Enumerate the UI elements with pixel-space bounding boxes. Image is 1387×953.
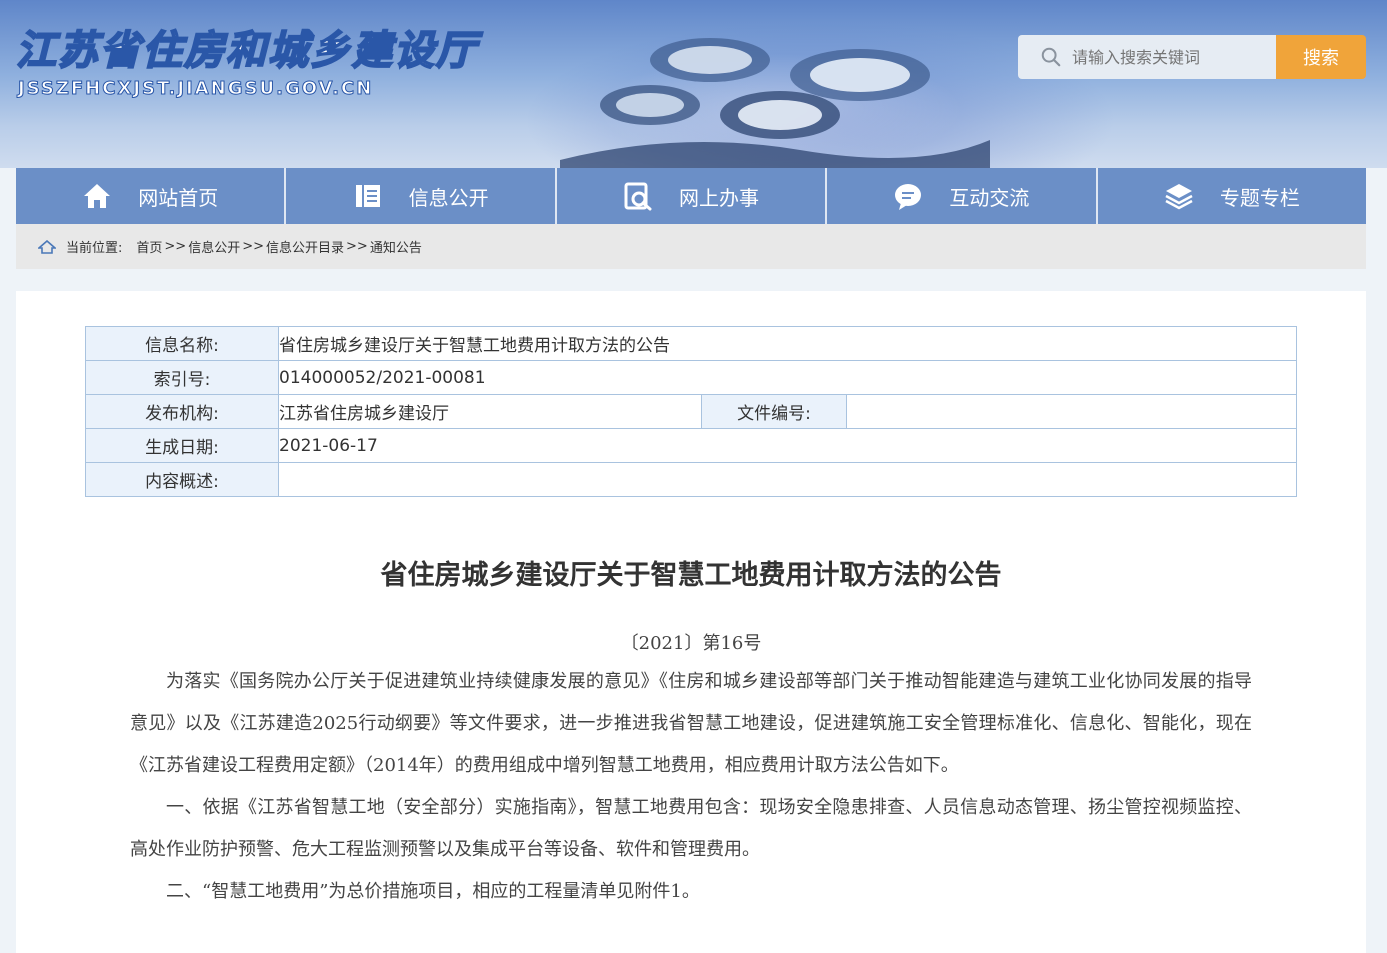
content-card: 信息名称: 省住房城乡建设厅关于智慧工地费用计取方法的公告 索引号: 01400… [16, 291, 1366, 953]
meta-value: 省住房城乡建设厅关于智慧工地费用计取方法的公告 [278, 326, 1297, 361]
article-paragraph: 二、“智慧工地费用”为总价措施项目，相应的工程量清单见附件1。 [166, 881, 700, 902]
breadcrumb-separator: >> [242, 239, 265, 254]
meta-label: 索引号: [85, 360, 279, 395]
breadcrumb-info-catalog[interactable]: 信息公开目录 [266, 237, 344, 256]
nav-label: 网上办事 [679, 185, 760, 210]
nav-label: 网站首页 [138, 185, 219, 210]
meta-row-org: 发布机构: 江苏省住房城乡建设厅 文件编号: [85, 394, 1297, 429]
nav-item-special[interactable]: 专题专栏 [1098, 168, 1366, 224]
home-icon [84, 184, 111, 208]
breadcrumb: 当前位置: 首页 >> 信息公开 >> 信息公开目录 >> 通知公告 [16, 224, 1366, 269]
meta-value [278, 462, 1297, 497]
layers-icon [1165, 184, 1193, 210]
nav-label: 信息公开 [408, 185, 489, 210]
document-icon [355, 185, 380, 207]
nav-label: 专题专栏 [1219, 185, 1300, 210]
meta-label: 发布机构: [85, 394, 279, 429]
meta-row-summary: 内容概述: [85, 462, 1297, 497]
meta-row-index: 索引号: 014000052/2021-00081 [85, 360, 1297, 395]
nav-item-interaction[interactable]: 互动交流 [827, 168, 1098, 224]
nav-item-info-public[interactable]: 信息公开 [286, 168, 557, 224]
meta-label: 生成日期: [85, 428, 279, 463]
site-domain: JSSZFHCXJST.JIANGSU.GOV.CN [17, 78, 374, 100]
info-meta-table: 信息名称: 省住房城乡建设厅关于智慧工地费用计取方法的公告 索引号: 01400… [85, 326, 1297, 497]
nav-label: 互动交流 [949, 185, 1030, 210]
chat-icon [895, 184, 922, 210]
main-nav: 网站首页 信息公开 网上办事 互动交流 专题专栏 [16, 168, 1366, 224]
site-title[interactable]: 江苏省住房和城乡建设厅 [15, 18, 478, 76]
meta-label: 文件编号: [701, 394, 847, 429]
meta-value: 014000052/2021-00081 [278, 360, 1297, 395]
nav-item-home[interactable]: 网站首页 [16, 168, 287, 224]
meta-value [846, 394, 1297, 429]
meta-value: 2021-06-17 [278, 428, 1297, 463]
meta-value: 江苏省住房城乡建设厅 [278, 394, 702, 429]
breadcrumb-info-public[interactable]: 信息公开 [188, 237, 240, 256]
article-title: 省住房城乡建设厅关于智慧工地费用计取方法的公告 [380, 560, 1002, 591]
breadcrumb-separator: >> [346, 239, 368, 254]
service-search-icon [624, 182, 652, 211]
header-banner: 江苏省住房和城乡建设厅 JSSZFHCXJST.JIANGSU.GOV.CN 搜… [0, 0, 1387, 168]
meta-row-date: 生成日期: 2021-06-17 [85, 428, 1297, 463]
article-paragraph: 一、依据《江苏省智慧工地（安全部分）实施指南》，智慧工地费用包含：现场安全隐患排… [130, 797, 1252, 860]
breadcrumb-home[interactable]: 首页 [136, 237, 162, 256]
meta-label: 信息名称: [85, 326, 279, 361]
meta-label: 内容概述: [85, 462, 279, 497]
document-number: 〔2021〕第16号 [620, 633, 762, 654]
search-box [1018, 35, 1276, 79]
search-icon [1041, 47, 1061, 67]
search-button[interactable]: 搜索 [1276, 35, 1366, 79]
breadcrumb-label: 当前位置: [66, 241, 123, 256]
home-icon [38, 239, 56, 254]
article-body: 为落实《国务院办公厅关于促进建筑业持续健康发展的意见》《住房和城乡建设部等部门关… [130, 661, 1252, 913]
breadcrumb-notice[interactable]: 通知公告 [370, 237, 422, 256]
stadium-illustration [560, 38, 990, 168]
article-paragraph: 为落实《国务院办公厅关于促进建筑业持续健康发展的意见》《住房和城乡建设部等部门关… [130, 671, 1252, 776]
breadcrumb-separator: >> [164, 239, 187, 254]
meta-row-name: 信息名称: 省住房城乡建设厅关于智慧工地费用计取方法的公告 [85, 326, 1297, 361]
search-input[interactable] [1072, 47, 1272, 67]
nav-item-online-service[interactable]: 网上办事 [557, 168, 828, 224]
